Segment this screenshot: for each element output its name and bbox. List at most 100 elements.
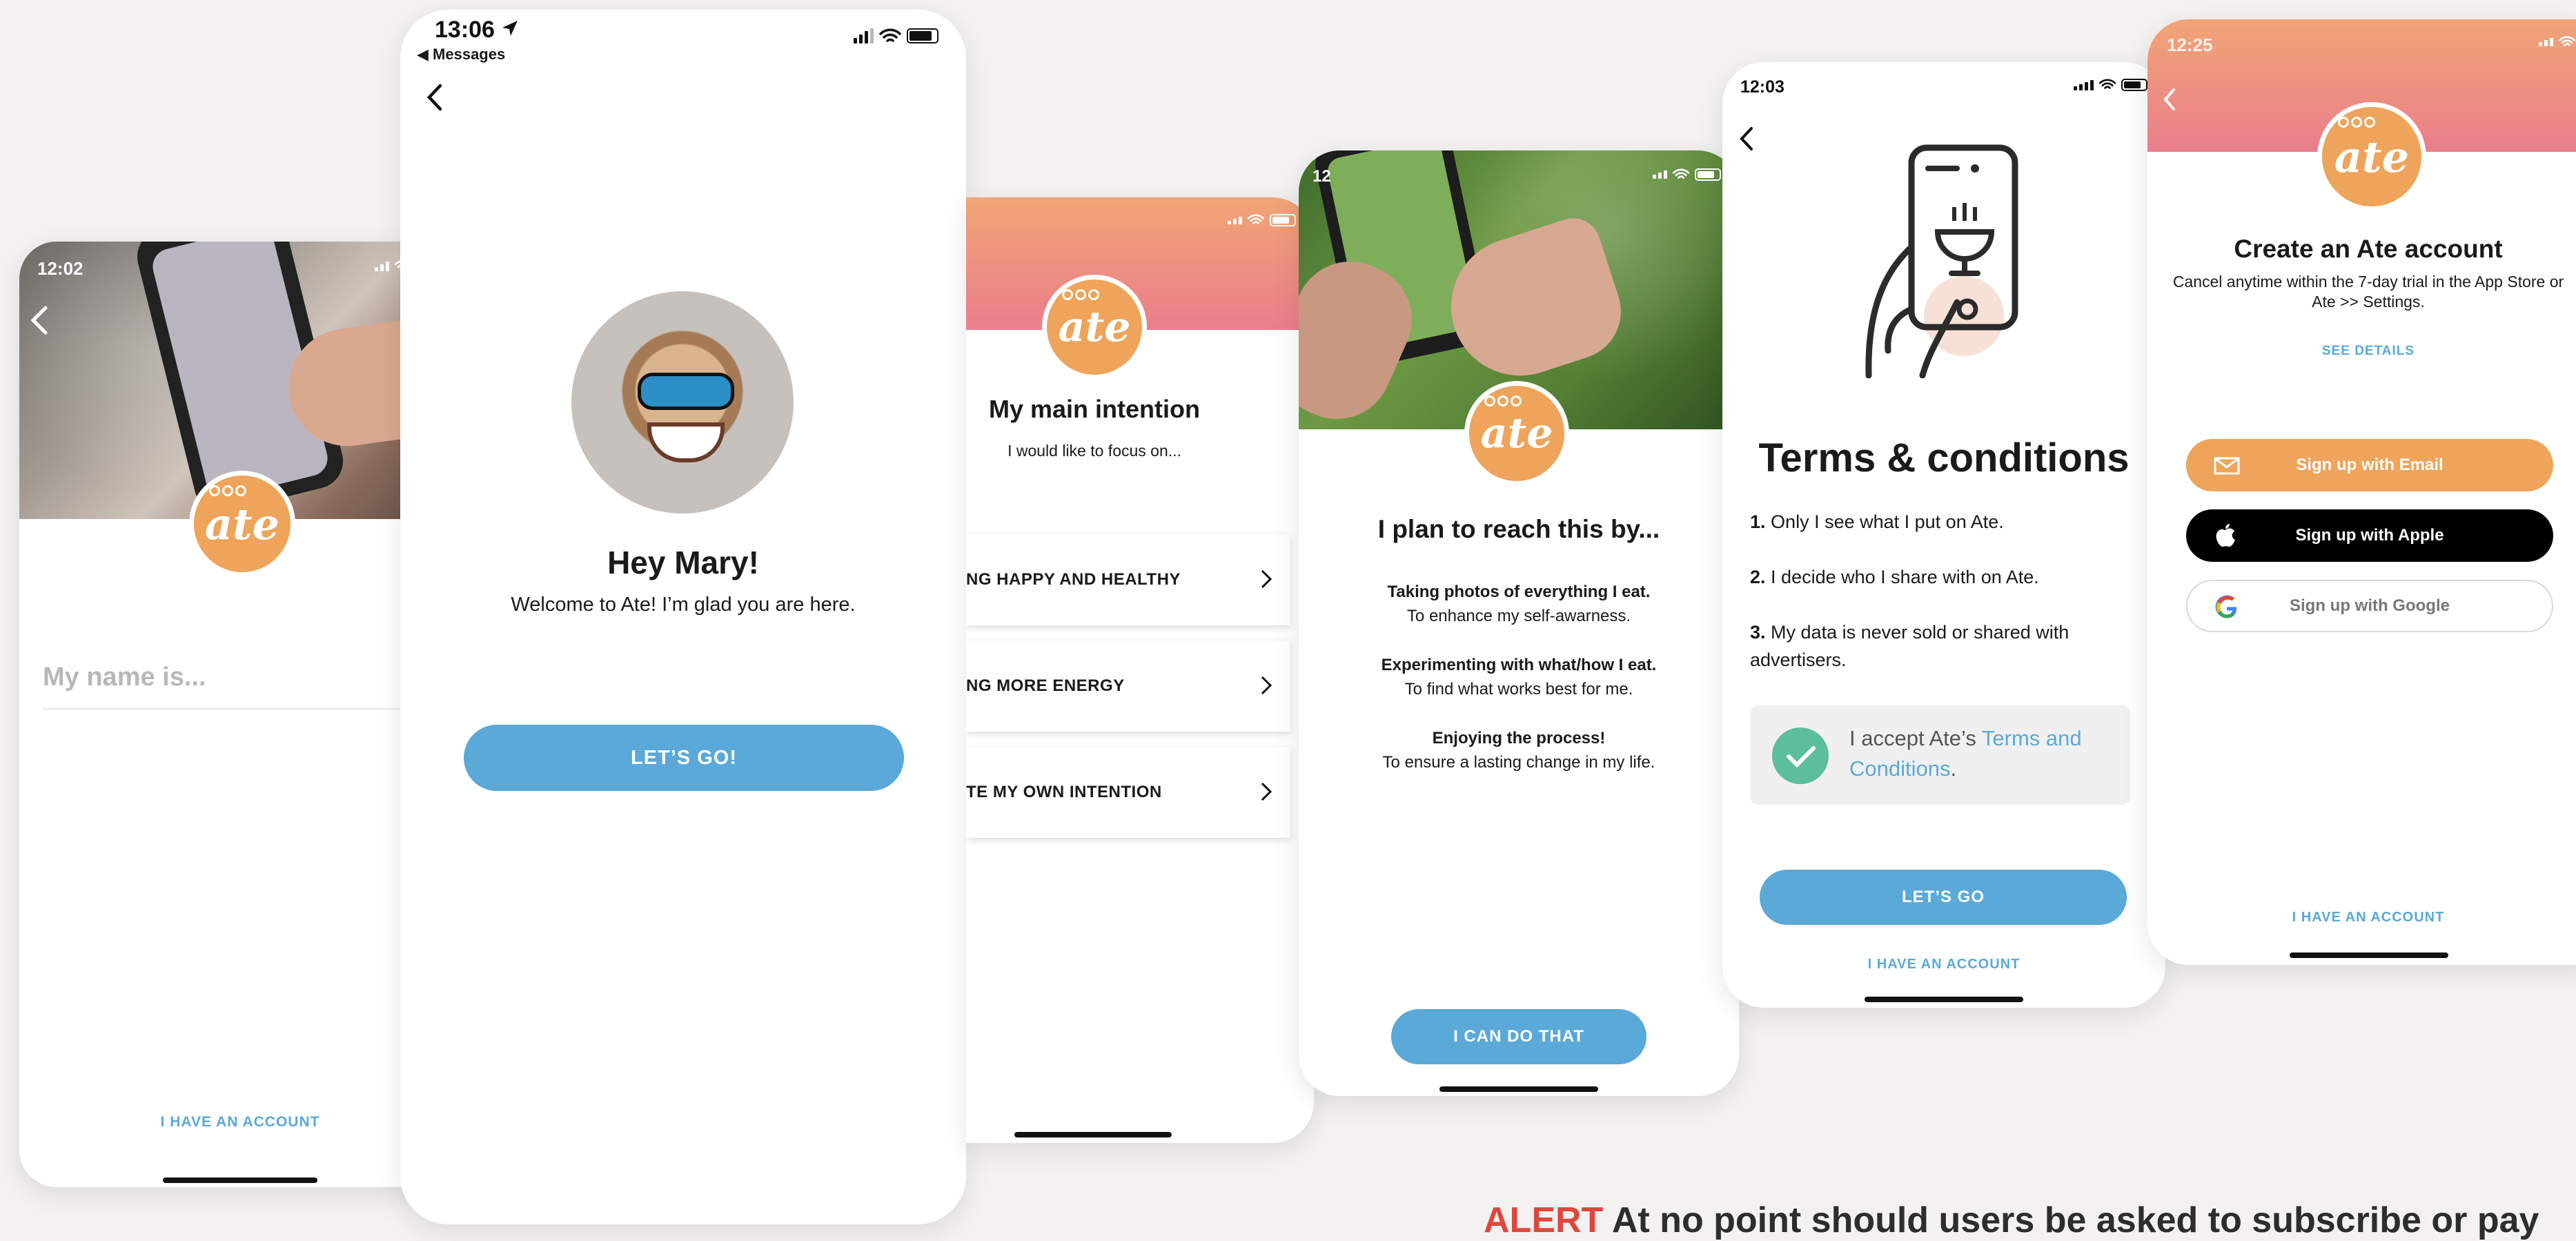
greeting: Hey Mary!: [607, 545, 759, 580]
screen-terms: 12:03 Terms & conditions 1. Only I see w…: [1722, 62, 2165, 1008]
intention-subtitle: I would like to focus on...: [1007, 442, 1181, 460]
intention-option-more-energy[interactable]: NG MORE ENERGY: [966, 641, 1290, 732]
alert-label: ALERT: [1484, 1200, 1604, 1240]
plan-item-bold: Experimenting with what/how I eat.: [1381, 656, 1657, 674]
terms-item-text: Only I see what I put on Ate.: [1771, 511, 2004, 532]
plan-item: Taking photos of everything I eat. To en…: [1299, 580, 1739, 628]
chevron-right-icon: [1261, 569, 1272, 589]
option-label: TE MY OWN INTENTION: [966, 783, 1162, 801]
plan-item-sub: To find what works best for me.: [1404, 680, 1633, 698]
plan-item-sub: To enhance my self-awarness.: [1406, 607, 1631, 625]
back-icon[interactable]: [1738, 126, 1754, 152]
screen-name-entry: 12:02 ate My name is... I HAVE AN ACCOUN…: [19, 242, 461, 1187]
status-icons: [854, 28, 938, 44]
status-time: 12: [1312, 167, 1331, 186]
status-time: 13:06: [435, 17, 495, 43]
hand-phone-icon: [1865, 144, 2018, 378]
i-can-do-that-button[interactable]: I CAN DO THAT: [1391, 1009, 1646, 1064]
back-icon[interactable]: [425, 83, 443, 112]
terms-item-number: 1.: [1750, 511, 1766, 532]
apple-icon: [2216, 524, 2235, 547]
intention-option-happy-healthy[interactable]: NG HAPPY AND HEALTHY: [966, 534, 1290, 625]
accept-terms-text: I accept Ate’s Terms and Conditions.: [1849, 723, 2119, 784]
name-input[interactable]: My name is...: [43, 663, 437, 710]
plan-item-bold: Taking photos of everything I eat.: [1387, 583, 1651, 601]
terms-item-number: 2.: [1750, 567, 1766, 587]
signup-subtitle: Cancel anytime within the 7-day trial in…: [2172, 273, 2564, 311]
chevron-right-icon: [1261, 782, 1272, 801]
terms-title: Terms & conditions: [1758, 436, 2130, 480]
option-label: NG HAPPY AND HEALTHY: [966, 570, 1181, 589]
lets-go-button[interactable]: LET’S GO: [1760, 870, 2127, 925]
signal-icon: [1653, 170, 1667, 179]
plan-item-bold: Enjoying the process!: [1432, 729, 1606, 747]
status-icons: [1653, 168, 1721, 181]
plan-item: Enjoying the process! To ensure a lastin…: [1299, 726, 1739, 774]
wifi-icon: [879, 28, 901, 42]
signup-google-label: Sign up with Google: [2290, 596, 2450, 615]
have-account-link[interactable]: I HAVE AN ACCOUNT: [2147, 910, 2576, 926]
wifi-icon: [2559, 36, 2575, 46]
signup-google-button[interactable]: Sign up with Google: [2186, 580, 2553, 632]
signal-icon: [854, 28, 874, 43]
signup-title: Create an Ate account: [2234, 235, 2503, 263]
signup-apple-button[interactable]: Sign up with Apple: [2186, 509, 2553, 562]
accept-prefix: I accept Ate’s: [1849, 726, 1976, 750]
back-to-messages[interactable]: ◀ Messages: [417, 46, 505, 63]
ate-logo: ate: [2317, 102, 2426, 211]
status-time: 12:25: [2167, 35, 2213, 55]
signup-apple-label: Sign up with Apple: [2295, 526, 2444, 545]
have-account-link[interactable]: I HAVE AN ACCOUNT: [1722, 957, 2165, 973]
name-input-placeholder: My name is...: [43, 663, 206, 692]
terms-item: 3. My data is never sold or shared with …: [1750, 618, 2138, 674]
battery-icon: [2121, 79, 2147, 91]
accept-terms-box[interactable]: I accept Ate’s Terms and Conditions.: [1750, 705, 2130, 805]
wifi-icon: [2099, 79, 2116, 89]
option-label: NG MORE ENERGY: [966, 676, 1125, 695]
status-icons: [2074, 79, 2147, 91]
battery-icon: [907, 28, 938, 43]
avatar: [571, 291, 794, 514]
battery-icon: [1695, 168, 1721, 181]
back-icon[interactable]: [2161, 87, 2176, 112]
terms-item-text: I decide who I share with on Ate.: [1771, 567, 2039, 587]
location-arrow-icon: [502, 21, 518, 36]
screen-intention: ate My main intention I would like to fo…: [966, 197, 1314, 1143]
plan-title: I plan to reach this by...: [1377, 515, 1660, 543]
intention-title: My main intention: [989, 395, 1200, 423]
back-icon[interactable]: [29, 305, 50, 335]
ate-logo: ate: [189, 471, 295, 577]
accept-suffix: .: [1950, 756, 1957, 781]
home-indicator: [1439, 1086, 1598, 1092]
have-account-link[interactable]: I HAVE AN ACCOUNT: [19, 1114, 461, 1131]
intention-option-own[interactable]: TE MY OWN INTENTION: [966, 747, 1290, 838]
plan-item-sub: To ensure a lasting change in my life.: [1382, 753, 1655, 772]
see-details-link[interactable]: SEE DETAILS: [2147, 344, 2576, 359]
signal-icon: [2539, 38, 2553, 46]
home-indicator: [2290, 952, 2448, 958]
signup-email-button[interactable]: Sign up with Email: [2186, 439, 2553, 491]
status-time: 12:02: [37, 258, 83, 279]
terms-item: 1. Only I see what I put on Ate.: [1750, 508, 2138, 536]
screen-plan: 12 ate I plan to reach this by... Taking…: [1299, 150, 1739, 1096]
status-icons: [1228, 214, 1296, 226]
home-indicator: [1014, 1132, 1172, 1137]
signal-icon: [1228, 216, 1242, 224]
ate-logo: ate: [1042, 275, 1147, 380]
mail-icon: [2214, 457, 2240, 475]
wifi-icon: [1673, 168, 1689, 179]
welcome-message: Welcome to Ate! I’m glad you are here.: [511, 594, 856, 616]
home-indicator: [1865, 997, 2023, 1002]
alert-text: At no point should users be asked to sub…: [1611, 1200, 2539, 1240]
home-indicator: [163, 1178, 317, 1183]
check-icon: [1772, 727, 1829, 784]
signal-icon: [375, 262, 389, 271]
alert-note: ALERT At no point should users be asked …: [1484, 1200, 2539, 1241]
terms-item-number: 3.: [1750, 622, 1766, 643]
ate-logo: ate: [1464, 381, 1569, 486]
status-icons: [2539, 36, 2575, 48]
signal-icon: [2074, 79, 2094, 90]
lets-go-button[interactable]: LET’S GO!: [464, 725, 904, 791]
chevron-right-icon: [1261, 676, 1272, 695]
google-icon: [2215, 595, 2237, 618]
